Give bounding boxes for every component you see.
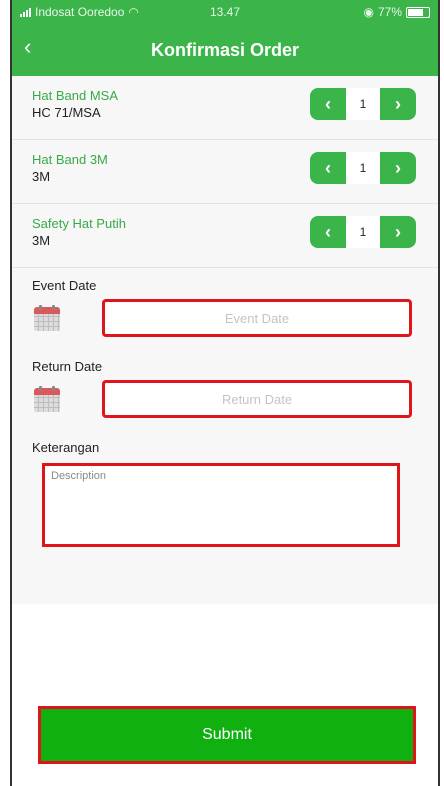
decrement-button[interactable]: ‹	[310, 88, 346, 120]
increment-button[interactable]: ›	[380, 216, 416, 248]
quantity-stepper: ‹ 1 ›	[310, 152, 416, 184]
description-textarea[interactable]: Description	[42, 463, 400, 547]
quantity-stepper: ‹ 1 ›	[310, 88, 416, 120]
increment-button[interactable]: ›	[380, 88, 416, 120]
signal-icon	[20, 7, 31, 17]
quantity-value: 1	[346, 152, 380, 184]
back-icon[interactable]: ‹	[24, 32, 48, 62]
return-date-input[interactable]: Return Date	[102, 380, 412, 418]
calendar-icon	[34, 386, 60, 412]
quantity-value: 1	[346, 88, 380, 120]
decrement-button[interactable]: ‹	[310, 152, 346, 184]
return-date-label: Return Date	[32, 359, 103, 374]
carrier-name: Indosat Ooredoo	[35, 5, 125, 19]
submit-button[interactable]: Submit	[38, 706, 416, 764]
status-time: 13.47	[209, 5, 241, 19]
battery-percent: 77%	[377, 5, 402, 19]
calendar-icon	[34, 305, 60, 331]
decrement-button[interactable]: ‹	[310, 216, 346, 248]
quantity-value: 1	[346, 216, 380, 248]
alarm-icon: ◉	[363, 5, 374, 19]
order-content: Hat Band MSA HC 71/MSA ‹ 1 › Hat Band 3M…	[12, 76, 438, 604]
increment-button[interactable]: ›	[380, 152, 416, 184]
status-bar: Indosat Ooredoo ◠ 13.47 ◉ 77%	[12, 0, 438, 24]
order-item: Hat Band MSA HC 71/MSA ‹ 1 ›	[12, 76, 438, 140]
page-title: Konfirmasi Order	[150, 39, 300, 60]
order-item: Safety Hat Putih 3M ‹ 1 ›	[12, 204, 438, 268]
battery-icon	[406, 6, 430, 18]
wifi-icon: ◠	[128, 5, 139, 19]
event-date-label: Event Date	[32, 278, 97, 293]
quantity-stepper: ‹ 1 ›	[310, 216, 416, 248]
order-item: Hat Band 3M 3M ‹ 1 ›	[12, 140, 438, 204]
event-date-input[interactable]: Event Date	[102, 299, 412, 337]
keterangan-label: Keterangan	[32, 440, 100, 455]
app-header: ‹ Konfirmasi Order	[12, 24, 438, 76]
app-frame: Indosat Ooredoo ◠ 13.47 ◉ 77% ‹ Konfirma…	[10, 0, 440, 786]
